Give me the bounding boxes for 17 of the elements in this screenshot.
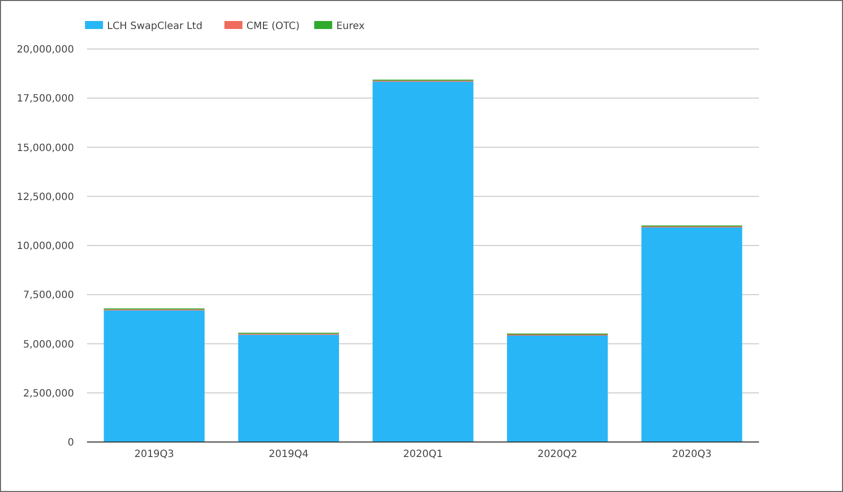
x-tick-label: 2019Q3 xyxy=(134,449,174,460)
y-tick-label: 12,500,000 xyxy=(16,192,74,203)
x-tick-label: 2020Q3 xyxy=(672,449,712,460)
legend-label: Eurex xyxy=(336,21,365,32)
y-tick-label: 10,000,000 xyxy=(16,241,74,252)
y-tick-label: 15,000,000 xyxy=(16,142,74,154)
x-tick-label: 2020Q1 xyxy=(403,449,443,460)
y-tick-label: 0 xyxy=(68,438,74,448)
x-tick-label: 2019Q4 xyxy=(268,449,308,460)
y-tick-label: 5,000,000 xyxy=(23,339,74,350)
legend-label: LCH SwapClear Ltd xyxy=(107,21,202,32)
x-tick-label: 2020Q2 xyxy=(538,449,578,460)
y-tick-label: 7,500,000 xyxy=(23,290,74,302)
y-tick-label: 2,500,000 xyxy=(23,388,74,400)
y-tick-label: 17,500,000 xyxy=(16,94,74,105)
legend-label: CME (OTC) xyxy=(246,21,300,32)
y-tick-label: 20,000,000 xyxy=(16,44,74,56)
